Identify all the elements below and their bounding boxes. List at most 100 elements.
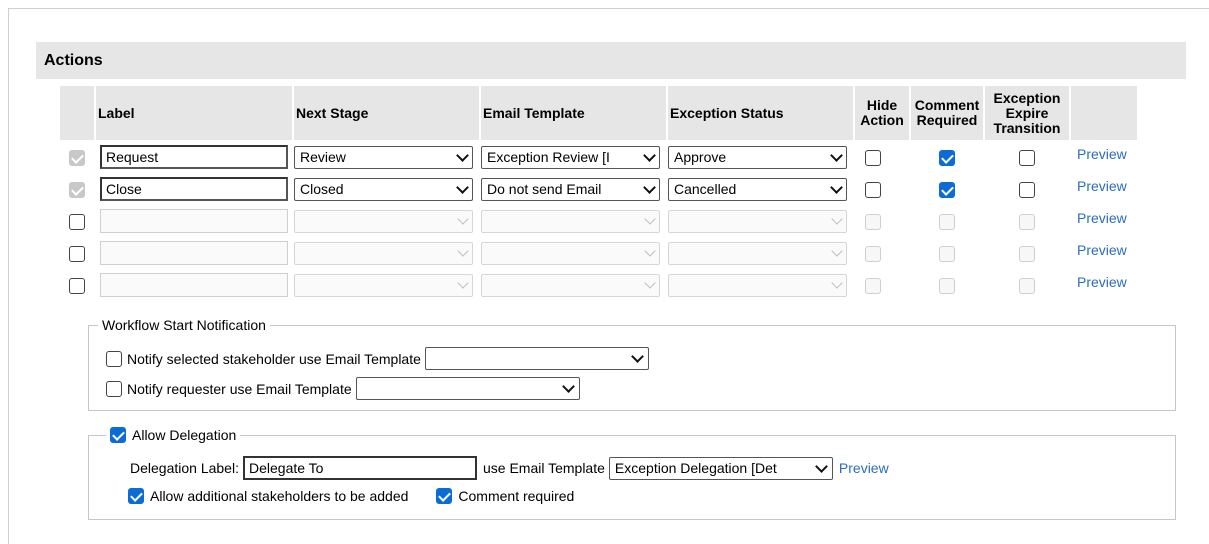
delegation-comment-required-checkbox[interactable] bbox=[436, 488, 453, 504]
chevron-down-icon bbox=[815, 459, 828, 473]
label-cell bbox=[96, 238, 292, 268]
hide-action-checkbox[interactable] bbox=[865, 149, 881, 166]
next-stage-select[interactable] bbox=[294, 273, 473, 297]
next-stage-select[interactable] bbox=[294, 209, 473, 233]
preview-link[interactable]: Preview bbox=[1077, 178, 1137, 194]
row-select-cell bbox=[60, 174, 94, 204]
delegation-preview-link[interactable]: Preview bbox=[839, 460, 889, 476]
row-select-cell bbox=[60, 238, 94, 268]
exception-status-select[interactable]: Approve bbox=[668, 145, 847, 169]
expire-transition-checkbox[interactable] bbox=[1019, 213, 1035, 230]
email-template-select[interactable] bbox=[481, 209, 660, 233]
action-row: Preview bbox=[60, 270, 1137, 300]
row-select-checkbox[interactable] bbox=[69, 181, 85, 198]
notify-stakeholder-template-select[interactable] bbox=[424, 347, 649, 370]
email-template-select[interactable]: Do not send Email bbox=[481, 177, 660, 201]
expire-transition-cell bbox=[985, 270, 1069, 300]
comment-required-cell bbox=[911, 142, 983, 172]
comment-required-checkbox[interactable] bbox=[939, 213, 955, 230]
col-header-hide-action: Hide Action bbox=[855, 86, 909, 140]
chevron-down-icon bbox=[830, 180, 843, 194]
col-header-select bbox=[60, 86, 94, 140]
delegation-template-select[interactable]: Exception Delegation [Det bbox=[608, 456, 833, 480]
actions-table: Label Next Stage Email Template Exceptio… bbox=[58, 84, 1139, 302]
hide-action-checkbox[interactable] bbox=[865, 213, 881, 230]
delegation-label-input[interactable] bbox=[242, 456, 477, 480]
allow-additional-stakeholders-checkbox[interactable] bbox=[128, 488, 144, 504]
email-template-cell: Exception Review [I bbox=[481, 142, 666, 172]
email-template-select[interactable] bbox=[481, 273, 660, 297]
actions-header-row: Label Next Stage Email Template Exceptio… bbox=[60, 86, 1137, 140]
delegation-legend: Allow Delegation bbox=[106, 427, 241, 443]
next-stage-cell: Closed bbox=[294, 174, 479, 204]
expire-transition-cell bbox=[985, 174, 1069, 204]
preview-cell: Preview bbox=[1071, 142, 1137, 172]
action-label-input[interactable] bbox=[100, 177, 288, 201]
notify-requester-template-select[interactable] bbox=[355, 377, 580, 400]
notify-requester-row: Notify requester use Email Template bbox=[106, 377, 580, 400]
chevron-down-icon bbox=[831, 212, 843, 225]
expire-transition-checkbox[interactable] bbox=[1019, 277, 1035, 294]
preview-link[interactable]: Preview bbox=[1077, 146, 1137, 162]
row-select-checkbox[interactable] bbox=[69, 277, 85, 294]
notify-stakeholder-checkbox[interactable] bbox=[106, 350, 122, 367]
action-row: Preview bbox=[60, 206, 1137, 236]
chevron-down-icon bbox=[831, 276, 843, 289]
actions-body: Review Exception Review [I Approve Preview C… bbox=[60, 142, 1137, 300]
delegation-options-row: Allow additional stakeholders to be adde… bbox=[128, 488, 574, 504]
delegation-label-row: Delegation Label: use Email Template Exc… bbox=[130, 456, 889, 480]
hide-action-checkbox[interactable] bbox=[865, 181, 881, 198]
chevron-down-icon bbox=[830, 148, 843, 162]
chevron-down-icon bbox=[644, 244, 656, 257]
hide-action-checkbox[interactable] bbox=[865, 277, 881, 294]
row-select-checkbox[interactable] bbox=[69, 149, 85, 166]
action-label-input[interactable] bbox=[100, 273, 288, 297]
notify-requester-checkbox[interactable] bbox=[106, 380, 122, 397]
preview-link[interactable]: Preview bbox=[1077, 274, 1137, 290]
allow-delegation-label: Allow Delegation bbox=[132, 427, 237, 443]
preview-link[interactable]: Preview bbox=[1077, 242, 1137, 258]
allow-additional-stakeholders-label: Allow additional stakeholders to be adde… bbox=[150, 488, 409, 504]
comment-required-checkbox[interactable] bbox=[939, 181, 955, 198]
exception-status-cell bbox=[668, 270, 853, 300]
expire-transition-cell bbox=[985, 238, 1069, 268]
email-template-cell bbox=[481, 270, 666, 300]
exception-status-select[interactable] bbox=[668, 209, 847, 233]
row-select-checkbox[interactable] bbox=[69, 213, 85, 230]
notify-stakeholder-row: Notify selected stakeholder use Email Te… bbox=[106, 347, 649, 370]
row-select-checkbox[interactable] bbox=[69, 245, 85, 262]
workflow-notification-legend: Workflow Start Notification bbox=[98, 317, 270, 333]
row-select-cell bbox=[60, 206, 94, 236]
chevron-down-icon bbox=[457, 276, 469, 289]
chevron-down-icon bbox=[457, 212, 469, 225]
expire-transition-checkbox[interactable] bbox=[1019, 149, 1035, 166]
label-cell bbox=[96, 270, 292, 300]
email-template-select[interactable] bbox=[481, 241, 660, 265]
action-label-input[interactable] bbox=[100, 145, 288, 169]
email-template-select[interactable]: Exception Review [I bbox=[481, 145, 660, 169]
allow-delegation-checkbox[interactable] bbox=[110, 427, 126, 443]
action-label-input[interactable] bbox=[100, 241, 288, 265]
exception-status-cell: Cancelled bbox=[668, 174, 853, 204]
preview-link[interactable]: Preview bbox=[1077, 210, 1137, 226]
exception-status-select[interactable] bbox=[668, 273, 847, 297]
hide-action-checkbox[interactable] bbox=[865, 245, 881, 262]
exception-status-cell: Approve bbox=[668, 142, 853, 172]
row-select-cell bbox=[60, 270, 94, 300]
chevron-down-icon bbox=[561, 380, 575, 393]
expire-transition-checkbox[interactable] bbox=[1019, 245, 1035, 262]
expire-transition-checkbox[interactable] bbox=[1019, 181, 1035, 198]
exception-status-cell bbox=[668, 238, 853, 268]
exception-status-select[interactable] bbox=[668, 241, 847, 265]
action-label-input[interactable] bbox=[100, 209, 288, 233]
comment-required-checkbox[interactable] bbox=[939, 245, 955, 262]
next-stage-select[interactable]: Closed bbox=[294, 177, 473, 201]
hide-action-cell bbox=[855, 238, 909, 268]
hide-action-cell bbox=[855, 270, 909, 300]
next-stage-select[interactable]: Review bbox=[294, 145, 473, 169]
comment-required-checkbox[interactable] bbox=[939, 277, 955, 294]
preview-cell: Preview bbox=[1071, 270, 1137, 300]
exception-status-select[interactable]: Cancelled bbox=[668, 177, 847, 201]
comment-required-checkbox[interactable] bbox=[939, 149, 955, 166]
next-stage-select[interactable] bbox=[294, 241, 473, 265]
